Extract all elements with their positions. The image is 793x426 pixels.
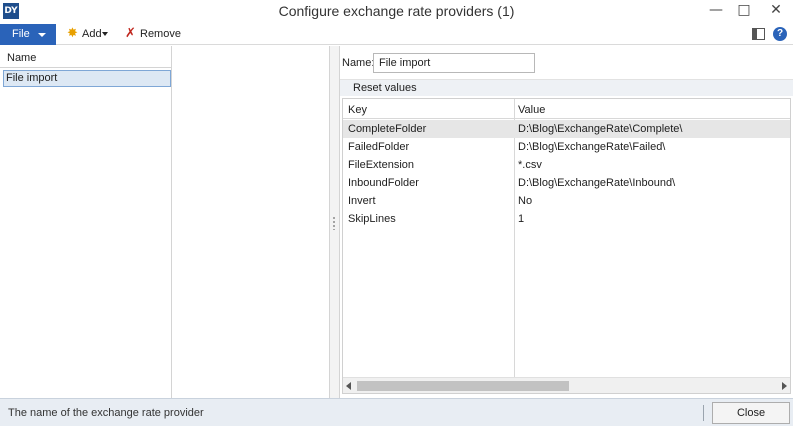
status-separator (703, 405, 704, 421)
value-column-header[interactable]: Value (518, 104, 545, 116)
key-column-header[interactable]: Key (348, 104, 367, 116)
table-row[interactable]: CompleteFolder D:\Blog\ExchangeRate\Comp… (343, 120, 790, 138)
table-row[interactable]: InboundFolder D:\Blog\ExchangeRate\Inbou… (343, 174, 790, 192)
list-blank-area (172, 46, 330, 398)
close-window-button[interactable]: ✕ (759, 0, 793, 22)
name-column-header[interactable]: Name (7, 52, 36, 64)
key-cell: InboundFolder (348, 177, 419, 189)
add-button-label: Add (82, 28, 102, 40)
file-menu-button[interactable]: File (0, 24, 56, 45)
list-item-file-import[interactable]: File import (3, 70, 171, 87)
scrollbar-thumb[interactable] (357, 381, 569, 391)
help-icon[interactable]: ? (773, 27, 787, 41)
key-cell: FailedFolder (348, 141, 410, 153)
remove-icon: ✗ (125, 26, 136, 41)
value-cell[interactable]: D:\Blog\ExchangeRate\Complete\ (518, 123, 682, 135)
key-cell: Invert (348, 195, 376, 207)
title-bar: DY Configure exchange rate providers (1)… (0, 0, 793, 24)
reset-values-button[interactable]: Reset values (353, 81, 417, 96)
value-cell[interactable]: D:\Blog\ExchangeRate\Failed\ (518, 141, 665, 153)
scroll-right-icon[interactable] (782, 382, 787, 390)
key-cell: SkipLines (348, 213, 396, 225)
toolbar: File ✸ Add ✗ Remove ? (0, 24, 793, 45)
provider-list-pane: Name File import (0, 46, 330, 398)
maximize-button[interactable]: □ (731, 0, 757, 22)
details-pane: Name: Reset values Key Value CompleteFol… (340, 46, 793, 398)
key-cell: CompleteFolder (348, 123, 427, 135)
horizontal-scrollbar[interactable] (343, 377, 790, 393)
grid-header: Key Value (343, 99, 790, 119)
close-button[interactable]: Close (712, 402, 790, 424)
minimize-button[interactable]: — (703, 0, 729, 22)
remove-button-label: Remove (140, 28, 181, 40)
scroll-left-icon[interactable] (346, 382, 351, 390)
name-input[interactable] (373, 53, 535, 73)
value-cell[interactable]: 1 (518, 213, 524, 225)
status-bar: The name of the exchange rate provider C… (0, 398, 793, 426)
parameters-grid: Key Value CompleteFolder D:\Blog\Exchang… (342, 98, 791, 394)
reset-bar: Reset values (340, 79, 793, 96)
value-cell[interactable]: No (518, 195, 532, 207)
table-row[interactable]: SkipLines 1 (343, 210, 790, 228)
file-menu-label: File (12, 28, 30, 40)
table-row[interactable]: FailedFolder D:\Blog\ExchangeRate\Failed… (343, 138, 790, 156)
pane-splitter[interactable] (330, 46, 340, 398)
splitter-grip-icon (333, 216, 335, 230)
add-icon: ✸ (67, 26, 78, 41)
layout-icon[interactable] (752, 28, 765, 40)
window-title: Configure exchange rate providers (1) (278, 3, 515, 19)
value-cell[interactable]: D:\Blog\ExchangeRate\Inbound\ (518, 177, 675, 189)
status-text: The name of the exchange rate provider (8, 407, 204, 419)
key-cell: FileExtension (348, 159, 415, 171)
value-cell[interactable]: *.csv (518, 159, 542, 171)
name-field-label: Name: (342, 57, 375, 69)
chevron-down-icon (38, 33, 46, 37)
table-row[interactable]: FileExtension *.csv (343, 156, 790, 174)
table-row[interactable]: Invert No (343, 192, 790, 210)
chevron-down-icon (102, 32, 108, 36)
